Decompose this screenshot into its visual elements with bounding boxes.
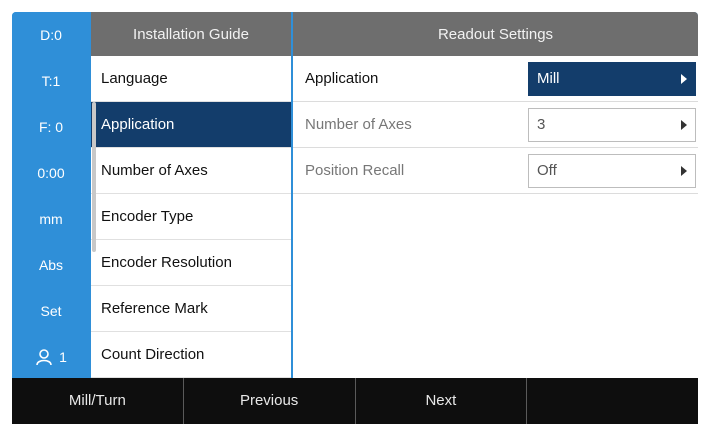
status-feedrate-label: F: 0	[38, 119, 64, 135]
menu-item-application[interactable]: Application	[91, 102, 291, 148]
menu-scroll-indicator[interactable]	[92, 102, 96, 252]
readout-settings-title-text: Readout Settings	[437, 25, 554, 43]
softkey-mill-turn[interactable]: Mill/Turn	[12, 378, 184, 424]
status-tool[interactable]: T:1	[12, 58, 90, 104]
settings-pane: Application Mill Number of Axes 3 Positi…	[293, 56, 698, 378]
readout-frame: D:0 T:1 F: 0 0:00 mm Abs Set 1 Installat…	[12, 12, 698, 424]
caret-right-icon	[681, 74, 687, 84]
status-user-label: 1	[59, 349, 67, 365]
setting-label: Number of Axes	[305, 116, 412, 133]
installation-menu: Language Application Number of Axes Enco…	[91, 56, 291, 378]
softkey-label: Previous	[239, 392, 299, 409]
status-tool-label: T:1	[41, 73, 61, 89]
installation-guide-title-text: Installation Guide	[133, 25, 249, 43]
softkey-previous[interactable]: Previous	[184, 378, 356, 424]
menu-item-label: Number of Axes	[101, 162, 208, 179]
status-feedrate[interactable]: F: 0	[12, 104, 90, 150]
setting-label: Position Recall	[305, 162, 405, 179]
status-units-label: mm	[39, 211, 63, 227]
menu-item-encoder-type[interactable]: Encoder Type	[91, 194, 291, 240]
status-stopwatch-label: 0:00	[37, 165, 65, 181]
readout-settings-title: Readout Settings	[293, 12, 698, 56]
status-abs-inc[interactable]: Abs	[12, 242, 90, 288]
position-recall-value: Off	[537, 162, 557, 179]
installation-guide-title: Installation Guide	[91, 12, 291, 56]
status-set-label: Set	[40, 303, 62, 319]
user-icon	[36, 349, 52, 366]
application-value: Mill	[537, 70, 560, 87]
menu-item-label: Reference Mark	[101, 300, 208, 317]
menu-item-label: Encoder Resolution	[101, 254, 232, 271]
menu-item-label: Count Direction	[101, 346, 205, 363]
status-set[interactable]: Set	[12, 288, 90, 334]
menu-item-label: Application	[101, 116, 175, 133]
caret-right-icon	[681, 120, 687, 130]
softkey-empty[interactable]	[527, 378, 698, 424]
status-bar: D:0 T:1 F: 0 0:00 mm Abs Set 1	[12, 12, 90, 378]
position-recall-select[interactable]: Off	[528, 154, 696, 188]
menu-item-reference-mark[interactable]: Reference Mark	[91, 286, 291, 332]
softkey-label: Mill/Turn	[68, 392, 126, 409]
number-of-axes-select[interactable]: 3	[528, 108, 696, 142]
caret-right-icon	[681, 166, 687, 176]
softkey-label: Next	[425, 392, 457, 409]
status-datum-label: D:0	[40, 27, 62, 43]
setting-row-position-recall: Position Recall Off	[293, 148, 698, 194]
menu-item-label: Encoder Type	[101, 208, 194, 225]
menu-item-label: Language	[101, 70, 168, 87]
menu-item-number-of-axes[interactable]: Number of Axes	[91, 148, 291, 194]
setting-label: Application	[305, 70, 379, 87]
number-of-axes-value: 3	[537, 116, 546, 133]
setting-row-number-of-axes: Number of Axes 3	[293, 102, 698, 148]
application-select[interactable]: Mill	[528, 62, 696, 96]
status-datum[interactable]: D:0	[12, 12, 90, 58]
setting-row-application: Application Mill	[293, 56, 698, 102]
menu-item-language[interactable]: Language	[91, 56, 291, 102]
status-abs-inc-label: Abs	[38, 257, 64, 273]
softkey-next[interactable]: Next	[356, 378, 528, 424]
menu-item-count-direction[interactable]: Count Direction	[91, 332, 291, 378]
menu-item-encoder-resolution[interactable]: Encoder Resolution	[91, 240, 291, 286]
status-units[interactable]: mm	[12, 196, 90, 242]
status-user[interactable]: 1	[12, 334, 90, 380]
status-stopwatch[interactable]: 0:00	[12, 150, 90, 196]
softkey-bar: Mill/Turn Previous Next	[12, 378, 698, 424]
